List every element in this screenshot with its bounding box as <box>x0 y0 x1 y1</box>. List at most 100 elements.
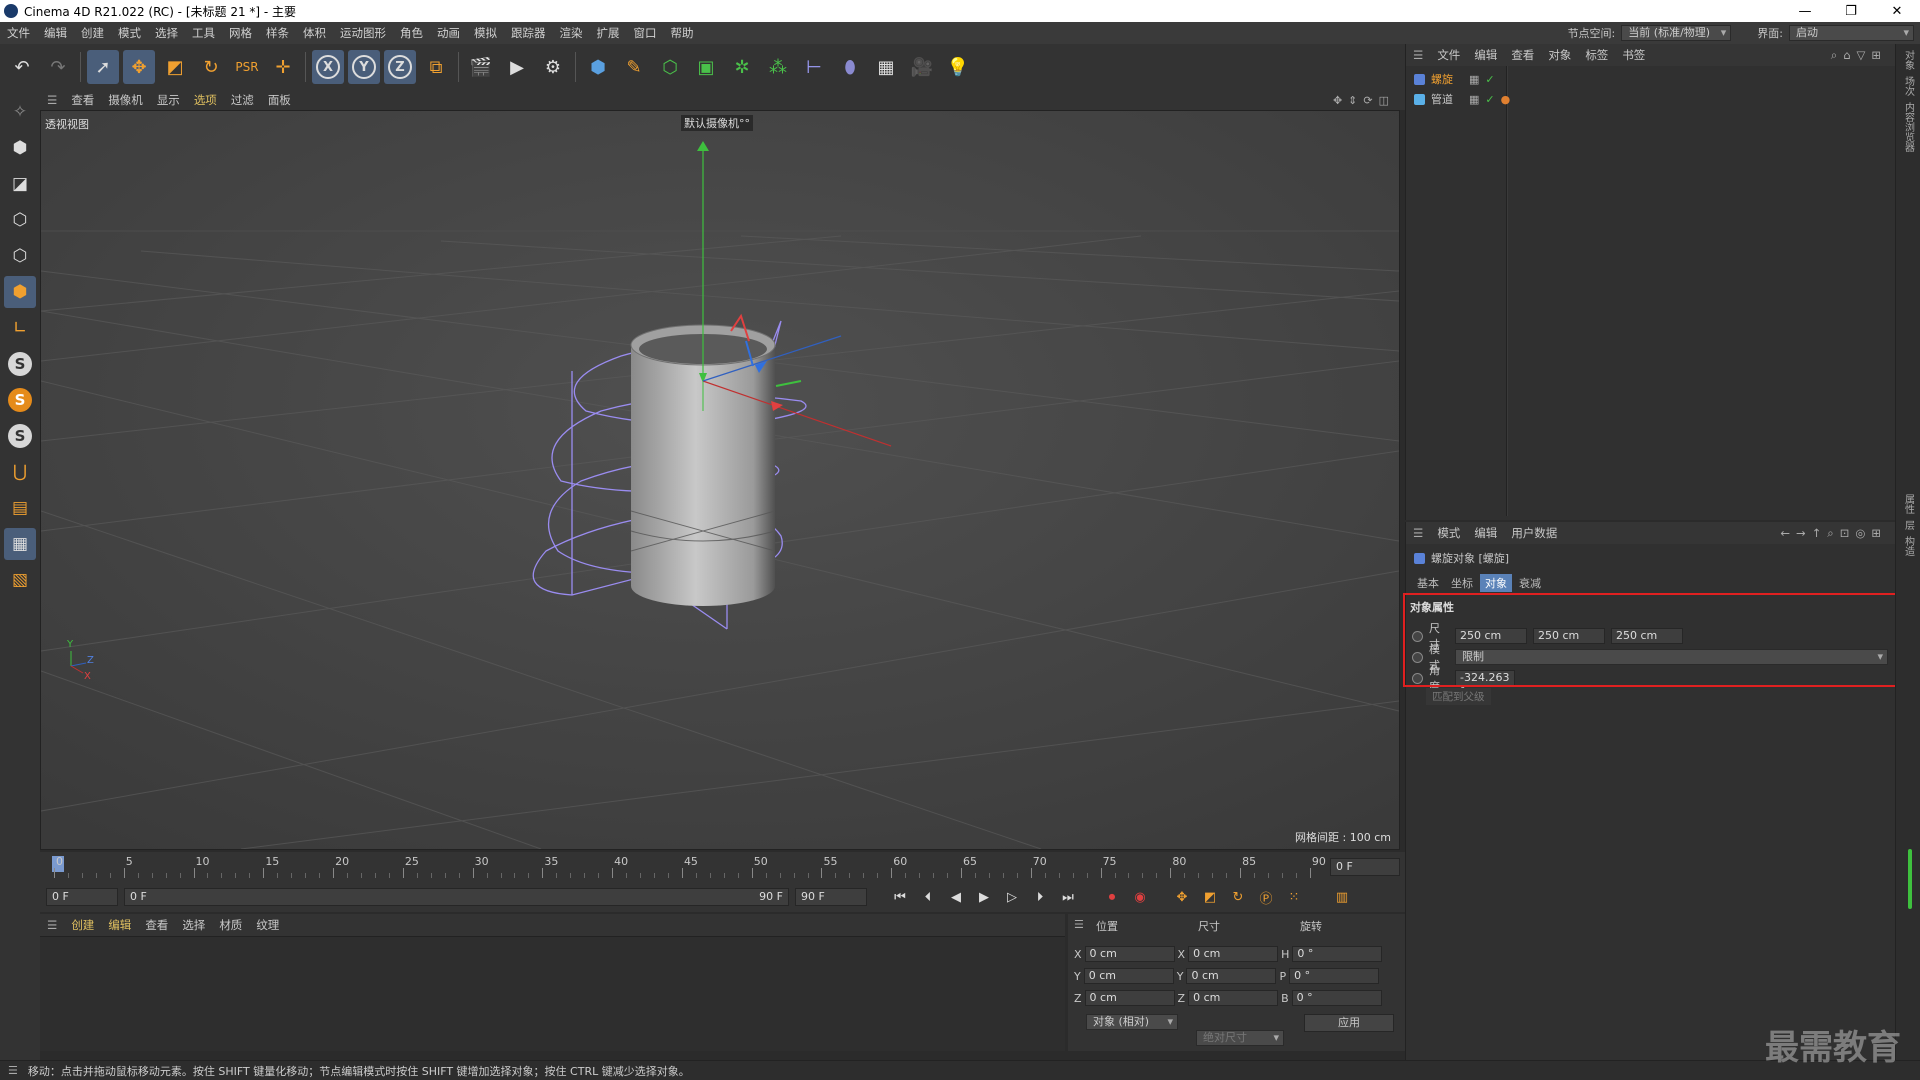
psr-icon[interactable]: PSR <box>231 50 263 84</box>
object-menu-edit[interactable]: 编辑 <box>1467 47 1504 63</box>
menu-volume[interactable]: 体积 <box>296 25 333 41</box>
key-pla-icon[interactable]: ⁙ <box>1283 886 1305 908</box>
size-z-field[interactable]: 0 cm <box>1188 990 1279 1006</box>
enabled-check-icon[interactable]: ✓ <box>1485 73 1494 86</box>
object-name-tube[interactable]: 管道 <box>1431 91 1453 107</box>
menu-create[interactable]: 创建 <box>74 25 111 41</box>
field-icon[interactable]: ⬮ <box>834 50 866 84</box>
restore-button[interactable]: ❐ <box>1828 4 1874 19</box>
solo-icon[interactable]: S <box>4 348 36 380</box>
z-axis-icon[interactable]: Z <box>384 50 416 84</box>
prev-frame-icon[interactable]: ◀ <box>945 886 967 908</box>
coord-mode-select[interactable]: 对象 (相对) <box>1086 1014 1178 1030</box>
add-icon[interactable]: ✛ <box>267 50 299 84</box>
status-menu-icon[interactable]: ☰ <box>8 1064 18 1077</box>
viewport-menu-panel[interactable]: 面板 <box>261 92 298 108</box>
goto-start-icon[interactable]: ⏮ <box>889 886 911 908</box>
material-area[interactable] <box>40 936 1065 1051</box>
visibility-icon[interactable]: ▦ <box>1469 73 1479 86</box>
object-menu-file[interactable]: 文件 <box>1430 47 1467 63</box>
object-menu-bookmarks[interactable]: 书签 <box>1615 47 1652 63</box>
timeline-ruler[interactable]: 0 5 10 15 20 25 30 35 40 45 50 55 60 65 70 75 80 85 90 0 F <box>40 852 1405 882</box>
menu-mesh[interactable]: 网格 <box>222 25 259 41</box>
material-menu-create[interactable]: 创建 <box>64 917 101 933</box>
side-tab-content-browser[interactable]: 内容浏览器 <box>1901 102 1916 152</box>
paint-icon[interactable]: ✧ <box>4 96 36 128</box>
coord-system-icon[interactable]: ⧉ <box>420 50 452 84</box>
perspective-viewport[interactable]: Y Z X 透视视图 默认摄像机°° 网格间距 : 100 cm <box>40 110 1400 850</box>
menu-tools[interactable]: 工具 <box>185 25 222 41</box>
solo-off-icon[interactable]: S <box>4 420 36 452</box>
menu-edit[interactable]: 编辑 <box>37 25 74 41</box>
pos-x-field[interactable]: 0 cm <box>1084 946 1175 962</box>
axis-mode-icon[interactable]: ∟ <box>4 312 36 344</box>
menu-render[interactable]: 渲染 <box>553 25 590 41</box>
menu-spline[interactable]: 样条 <box>259 25 296 41</box>
goto-end-icon[interactable]: ⏭ <box>1057 886 1079 908</box>
subdivision-icon[interactable]: ⬡ <box>654 50 686 84</box>
menu-animate[interactable]: 动画 <box>430 25 467 41</box>
next-key-icon[interactable]: ⏵ <box>1029 886 1051 908</box>
cloner-icon[interactable]: ▣ <box>690 50 722 84</box>
autokey-icon[interactable]: ◉ <box>1129 886 1151 908</box>
viewport-menu-icon[interactable]: ☰ <box>40 93 64 107</box>
y-axis-icon[interactable]: Y <box>348 50 380 84</box>
size-mode-select[interactable]: 绝对尺寸 <box>1196 1030 1284 1046</box>
render-settings-icon[interactable]: ⚙ <box>537 50 569 84</box>
side-tab-objects[interactable]: 对象 <box>1901 50 1916 70</box>
object-manager-tools-icon[interactable]: ⌕⌂▽⊞ <box>1831 48 1895 63</box>
texture-mode-icon[interactable]: ◪ <box>4 168 36 200</box>
redo-icon[interactable]: ↷ <box>42 50 74 84</box>
material-menu-texture[interactable]: 纹理 <box>249 917 286 933</box>
apply-button[interactable]: 应用 <box>1304 1014 1394 1032</box>
material-menu-material[interactable]: 材质 <box>212 917 249 933</box>
size-x-field[interactable]: 0 cm <box>1188 946 1279 962</box>
tab-coord[interactable]: 坐标 <box>1446 574 1478 592</box>
menu-mode[interactable]: 模式 <box>111 25 148 41</box>
object-row-tube[interactable]: 管道 ▦ ✓ ● <box>1414 91 1510 107</box>
side-tab-layers[interactable]: 层 <box>1901 520 1916 530</box>
menu-mograph[interactable]: 运动图形 <box>333 25 393 41</box>
model-mode-icon[interactable]: ⬢ <box>4 132 36 164</box>
tab-object[interactable]: 对象 <box>1480 574 1512 592</box>
record-icon[interactable]: ⏺ <box>1101 886 1123 908</box>
match-parent-button[interactable]: 匹配到父级 <box>1426 688 1491 705</box>
viewport-nav-icons[interactable]: ✥⇕⟳◫ <box>1333 94 1405 107</box>
attribute-menu-icon[interactable]: ☰ <box>1406 526 1430 540</box>
nodespace-select[interactable]: 当前 (标准/物理) <box>1621 25 1732 41</box>
side-tab-takes[interactable]: 场次 <box>1901 76 1916 96</box>
viewport-menu-filter[interactable]: 过滤 <box>224 92 261 108</box>
attribute-menu-userdata[interactable]: 用户数据 <box>1504 525 1564 541</box>
material-menu-select[interactable]: 选择 <box>175 917 212 933</box>
object-name-helix[interactable]: 螺旋 <box>1431 71 1453 87</box>
pen-icon[interactable]: ✎ <box>618 50 650 84</box>
scale-icon[interactable]: ◩ <box>159 50 191 84</box>
select-icon[interactable]: ➚ <box>87 50 119 84</box>
attribute-menu-mode[interactable]: 模式 <box>1430 525 1467 541</box>
menu-character[interactable]: 角色 <box>393 25 430 41</box>
material-menu-view[interactable]: 查看 <box>138 917 175 933</box>
object-menu-objects[interactable]: 对象 <box>1541 47 1578 63</box>
viewport-camera[interactable]: 默认摄像机°° <box>681 115 753 131</box>
object-menu-tags[interactable]: 标签 <box>1578 47 1615 63</box>
scene-icon[interactable]: ⊢ <box>798 50 830 84</box>
key-rot-icon[interactable]: ↻ <box>1227 886 1249 908</box>
pos-z-field[interactable]: 0 cm <box>1084 990 1175 1006</box>
render-icon[interactable]: ▶ <box>501 50 533 84</box>
viewport-menu-options[interactable]: 选项 <box>187 92 224 108</box>
render-view-icon[interactable]: 🎬 <box>465 50 497 84</box>
side-tab-attributes[interactable]: 属性 <box>1901 494 1916 514</box>
timeline-icon[interactable]: ▥ <box>1331 886 1353 908</box>
menu-tracker[interactable]: 跟踪器 <box>504 25 553 41</box>
play-icon[interactable]: ▶ <box>973 886 995 908</box>
polygons-mode-icon[interactable]: ⬢ <box>4 276 36 308</box>
minimize-button[interactable]: — <box>1782 4 1828 19</box>
attribute-menu-edit[interactable]: 编辑 <box>1467 525 1504 541</box>
menu-window[interactable]: 窗口 <box>627 25 664 41</box>
object-menu-icon[interactable]: ☰ <box>1406 48 1430 62</box>
solo-hierarchy-icon[interactable]: S <box>4 384 36 416</box>
rot-p-field[interactable]: 0 ° <box>1289 968 1380 984</box>
tab-basic[interactable]: 基本 <box>1412 574 1444 592</box>
size-y-field[interactable]: 0 cm <box>1186 968 1277 984</box>
key-scale-icon[interactable]: ◩ <box>1199 886 1221 908</box>
